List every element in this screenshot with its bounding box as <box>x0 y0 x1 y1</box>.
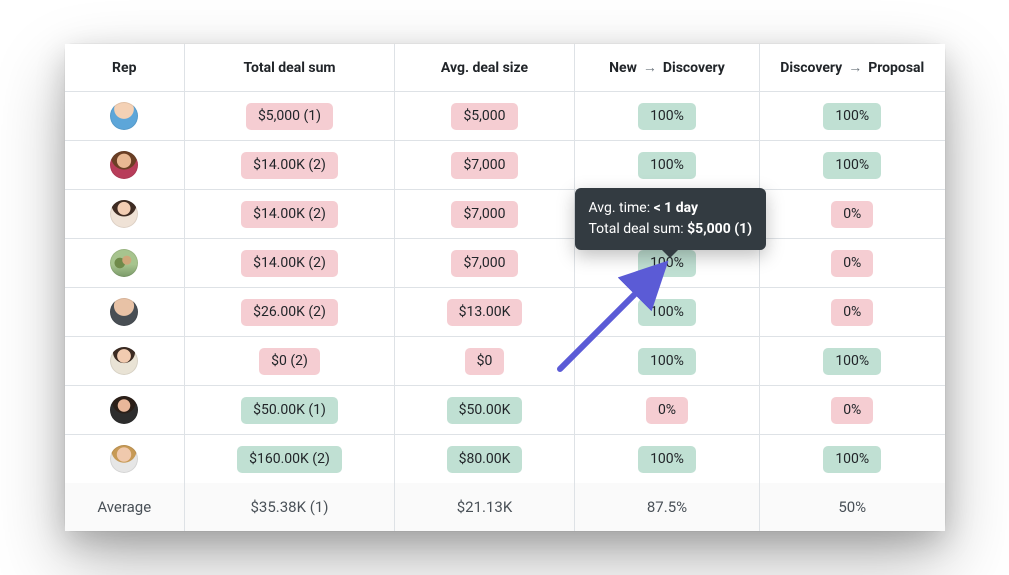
table-row: $0 (2) $0 100% 100% <box>65 337 945 386</box>
stage1-conversion-pill[interactable]: 100% <box>638 446 696 473</box>
stage2-conversion-pill[interactable]: 100% <box>823 152 881 179</box>
footer-avg: $21.13K <box>457 498 513 516</box>
avatar[interactable] <box>110 249 138 277</box>
avg-deal-size-pill[interactable]: $7,000 <box>451 201 517 228</box>
avg-deal-size-pill[interactable]: $7,000 <box>451 250 517 277</box>
table-footer-row: Average $35.38K (1) $21.13K 87.5% 50% <box>65 483 945 531</box>
table-row: $14.00K (2) $7,000 100% 100% <box>65 141 945 190</box>
stage-to-label: Proposal <box>868 60 924 76</box>
stage1-conversion-pill[interactable]: 0% <box>646 397 688 424</box>
cell-tooltip: Avg. time: < 1 day Total deal sum: $5,00… <box>575 188 767 250</box>
avg-deal-size-pill[interactable]: $50.00K <box>447 397 523 424</box>
header-stage-new-discovery[interactable]: New → Discovery <box>575 44 760 92</box>
stage-from-label: New <box>609 60 637 76</box>
header-rep[interactable]: Rep <box>65 44 185 92</box>
total-deal-sum-pill[interactable]: $14.00K (2) <box>241 250 338 277</box>
table-row: $14.00K (2)$7,000100%0% <box>65 190 945 239</box>
avatar[interactable] <box>110 396 138 424</box>
table-row: $14.00K (2)$7,000100%0% <box>65 239 945 288</box>
footer-stage1: 87.5% <box>647 498 687 516</box>
tooltip-avg-time-value: < 1 day <box>654 200 698 216</box>
avatar[interactable] <box>110 102 138 130</box>
total-deal-sum-pill[interactable]: $0 (2) <box>259 348 320 375</box>
stage2-conversion-pill[interactable]: 0% <box>831 397 873 424</box>
footer-total: $35.38K (1) <box>250 498 328 516</box>
stage2-conversion-pill[interactable]: 100% <box>823 103 881 130</box>
stage2-conversion-pill[interactable]: 0% <box>831 250 873 277</box>
table-row: $26.00K (2) $13.00K 100% 0% <box>65 288 945 337</box>
stage1-conversion-pill[interactable]: 100% <box>638 103 696 130</box>
header-total-deal-sum[interactable]: Total deal sum <box>185 44 395 92</box>
arrow-right-icon: → <box>848 61 862 75</box>
stage2-conversion-pill[interactable]: 0% <box>831 299 873 326</box>
avg-deal-size-pill[interactable]: $13.00K <box>447 299 523 326</box>
avg-deal-size-pill[interactable]: $5,000 <box>451 103 517 130</box>
avg-deal-size-pill[interactable]: $0 <box>465 348 505 375</box>
table-row: $160.00K (2) $80.00K 100% 100% <box>65 435 945 484</box>
table-row: $5,000 (1) $5,000 100% 100% <box>65 92 945 141</box>
header-stage-discovery-proposal[interactable]: Discovery → Proposal <box>760 44 945 92</box>
avatar[interactable] <box>110 445 138 473</box>
total-deal-sum-pill[interactable]: $160.00K (2) <box>237 446 342 473</box>
table-header-row: Rep Total deal sum Avg. deal size New → … <box>65 44 945 92</box>
stage1-conversion-pill[interactable]: 100% <box>638 348 696 375</box>
avatar[interactable] <box>110 298 138 326</box>
stage1-conversion-pill[interactable]: 100% <box>638 299 696 326</box>
header-avg-deal-size[interactable]: Avg. deal size <box>395 44 575 92</box>
footer-label: Average <box>97 498 151 516</box>
stage2-conversion-pill[interactable]: 100% <box>823 348 881 375</box>
conversion-table: Rep Total deal sum Avg. deal size New → … <box>65 44 945 532</box>
total-deal-sum-pill[interactable]: $50.00K (1) <box>241 397 338 424</box>
avatar[interactable] <box>110 200 138 228</box>
footer-stage2: 50% <box>838 498 866 516</box>
tooltip-total-value: $5,000 (1) <box>687 221 752 237</box>
report-card: Rep Total deal sum Avg. deal size New → … <box>65 44 945 532</box>
total-deal-sum-pill[interactable]: $14.00K (2) <box>241 201 338 228</box>
table-row: $50.00K (1) $50.00K 0% 0% <box>65 386 945 435</box>
stage-to-label: Discovery <box>663 60 725 76</box>
total-deal-sum-pill[interactable]: $14.00K (2) <box>241 152 338 179</box>
avg-deal-size-pill[interactable]: $7,000 <box>451 152 517 179</box>
stage2-conversion-pill[interactable]: 0% <box>831 201 873 228</box>
total-deal-sum-pill[interactable]: $26.00K (2) <box>241 299 338 326</box>
tooltip-avg-time-label: Avg. time: <box>589 200 654 216</box>
stage-from-label: Discovery <box>780 60 842 76</box>
stage1-conversion-pill[interactable]: 100% <box>638 152 696 179</box>
avatar[interactable] <box>110 347 138 375</box>
stage2-conversion-pill[interactable]: 100% <box>823 446 881 473</box>
avatar[interactable] <box>110 151 138 179</box>
tooltip-total-label: Total deal sum: <box>589 221 688 237</box>
arrow-right-icon: → <box>643 61 657 75</box>
total-deal-sum-pill[interactable]: $5,000 (1) <box>246 103 333 130</box>
avg-deal-size-pill[interactable]: $80.00K <box>447 446 523 473</box>
